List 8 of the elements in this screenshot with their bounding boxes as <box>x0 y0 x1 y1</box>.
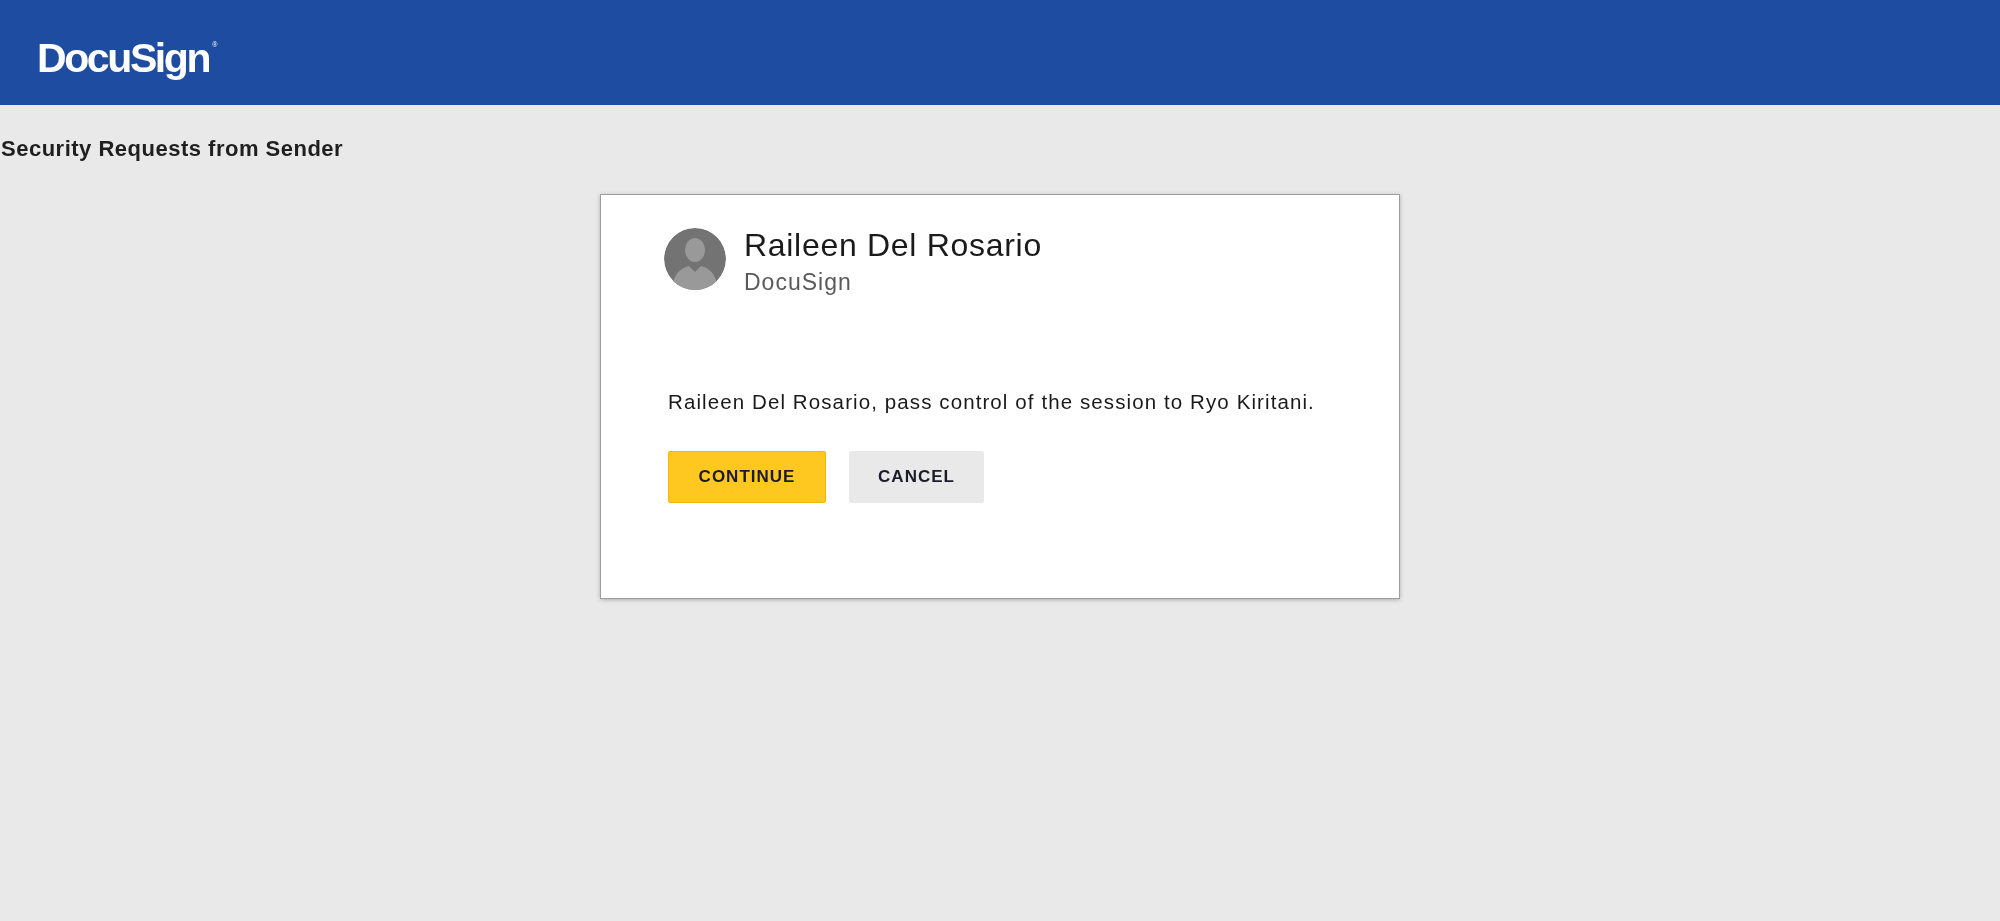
request-message: Raileen Del Rosario, pass control of the session to Ryo Kiritani. <box>668 389 1315 415</box>
continue-button[interactable]: CONTINUE <box>668 451 826 503</box>
avatar-icon <box>664 228 726 290</box>
sender-name: Raileen Del Rosario <box>744 226 1042 264</box>
page-title: Security Requests from Sender <box>1 135 344 163</box>
logo: DocuSign$^{®}$ <box>37 38 218 79</box>
cancel-button[interactable]: CANCEL <box>849 451 984 503</box>
sender-company: DocuSign <box>744 268 853 296</box>
